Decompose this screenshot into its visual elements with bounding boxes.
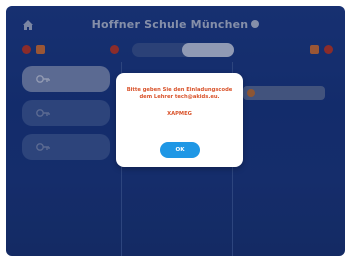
- invitation-code: XAPMEG: [167, 111, 192, 117]
- dialog-message: Bitte geben Sie den Einladungscode dem L…: [126, 87, 233, 100]
- app-window: Hoffner Schule München Bitte geben Sie d…: [6, 6, 345, 256]
- invitation-code-dialog: Bitte geben Sie den Einladungscode dem L…: [116, 73, 243, 167]
- ok-button[interactable]: OK: [160, 142, 200, 158]
